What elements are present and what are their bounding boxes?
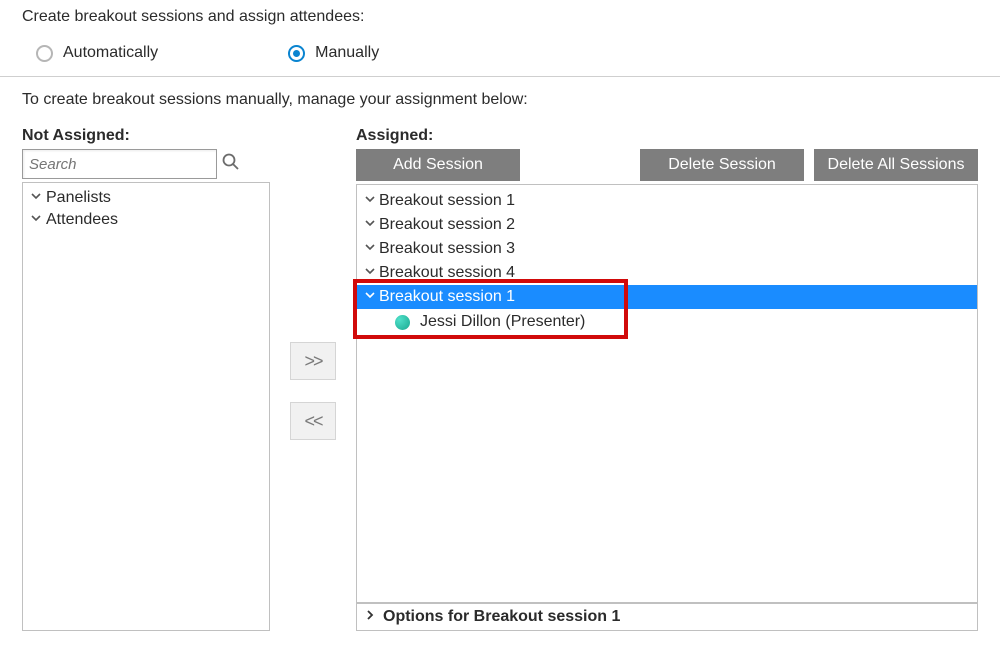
spacer — [530, 149, 630, 181]
assigned-buttons-row: Add Session Delete Session Delete All Se… — [356, 149, 978, 181]
assigned-list: Breakout session 1 Breakout session 2 Br… — [356, 184, 978, 603]
move-buttons-column: >> << — [270, 127, 356, 440]
session-row[interactable]: Breakout session 2 — [357, 213, 977, 237]
chevron-down-icon — [363, 288, 377, 306]
session-label: Breakout session 1 — [379, 288, 515, 306]
session-label: Breakout session 2 — [379, 216, 515, 234]
assignment-mode-radios: Automatically Manually — [22, 44, 978, 62]
chevron-down-icon — [363, 216, 377, 234]
attendee-row[interactable]: Jessi Dillon (Presenter) — [357, 309, 977, 335]
chevron-down-icon — [363, 240, 377, 258]
search-icon[interactable] — [221, 152, 241, 176]
not-assigned-title: Not Assigned: — [22, 127, 270, 145]
divider — [0, 76, 1000, 77]
delete-session-button[interactable]: Delete Session — [640, 149, 804, 181]
radio-label-auto: Automatically — [63, 44, 158, 62]
assigned-column: Assigned: Add Session Delete Session Del… — [356, 127, 978, 631]
chevron-down-icon — [363, 192, 377, 210]
chevron-down-icon — [29, 189, 43, 207]
chevron-right-icon — [363, 608, 377, 626]
radio-icon — [36, 45, 53, 62]
chevron-down-icon — [29, 211, 43, 229]
move-left-button[interactable]: << — [290, 402, 336, 440]
not-assigned-column: Not Assigned: Panelists Attendees — [22, 127, 270, 631]
session-row[interactable]: Breakout session 4 — [357, 261, 977, 285]
add-session-button[interactable]: Add Session — [356, 149, 520, 181]
move-right-button[interactable]: >> — [290, 342, 336, 380]
instruction-text: To create breakout sessions manually, ma… — [22, 91, 978, 109]
radio-label-manual: Manually — [315, 44, 379, 62]
search-input[interactable] — [22, 149, 217, 179]
attendee-name: Jessi Dillon (Presenter) — [420, 313, 585, 331]
session-row-selected[interactable]: Breakout session 1 — [357, 285, 977, 309]
page-heading: Create breakout sessions and assign atte… — [22, 8, 978, 26]
radio-icon — [288, 45, 305, 62]
session-row[interactable]: Breakout session 1 — [357, 189, 977, 213]
assigned-inner: Breakout session 1 Breakout session 2 Br… — [357, 185, 977, 335]
chevron-down-icon — [363, 264, 377, 282]
delete-all-sessions-button[interactable]: Delete All Sessions — [814, 149, 978, 181]
not-assigned-list: Panelists Attendees — [22, 182, 270, 631]
session-label: Breakout session 1 — [379, 192, 515, 210]
main-columns: Not Assigned: Panelists Attendees >> — [22, 127, 978, 631]
search-row — [22, 149, 270, 179]
session-label: Breakout session 4 — [379, 264, 515, 282]
radio-manually[interactable]: Manually — [288, 44, 379, 62]
options-label: Options for Breakout session 1 — [383, 608, 620, 626]
presence-icon — [395, 315, 410, 330]
session-row[interactable]: Breakout session 3 — [357, 237, 977, 261]
radio-automatically[interactable]: Automatically — [36, 44, 158, 62]
tree-attendees[interactable]: Attendees — [27, 209, 265, 231]
tree-label: Attendees — [46, 211, 118, 229]
tree-label: Panelists — [46, 189, 111, 207]
assigned-title: Assigned: — [356, 127, 978, 145]
options-bar[interactable]: Options for Breakout session 1 — [356, 603, 978, 631]
session-label: Breakout session 3 — [379, 240, 515, 258]
tree-panelists[interactable]: Panelists — [27, 187, 265, 209]
